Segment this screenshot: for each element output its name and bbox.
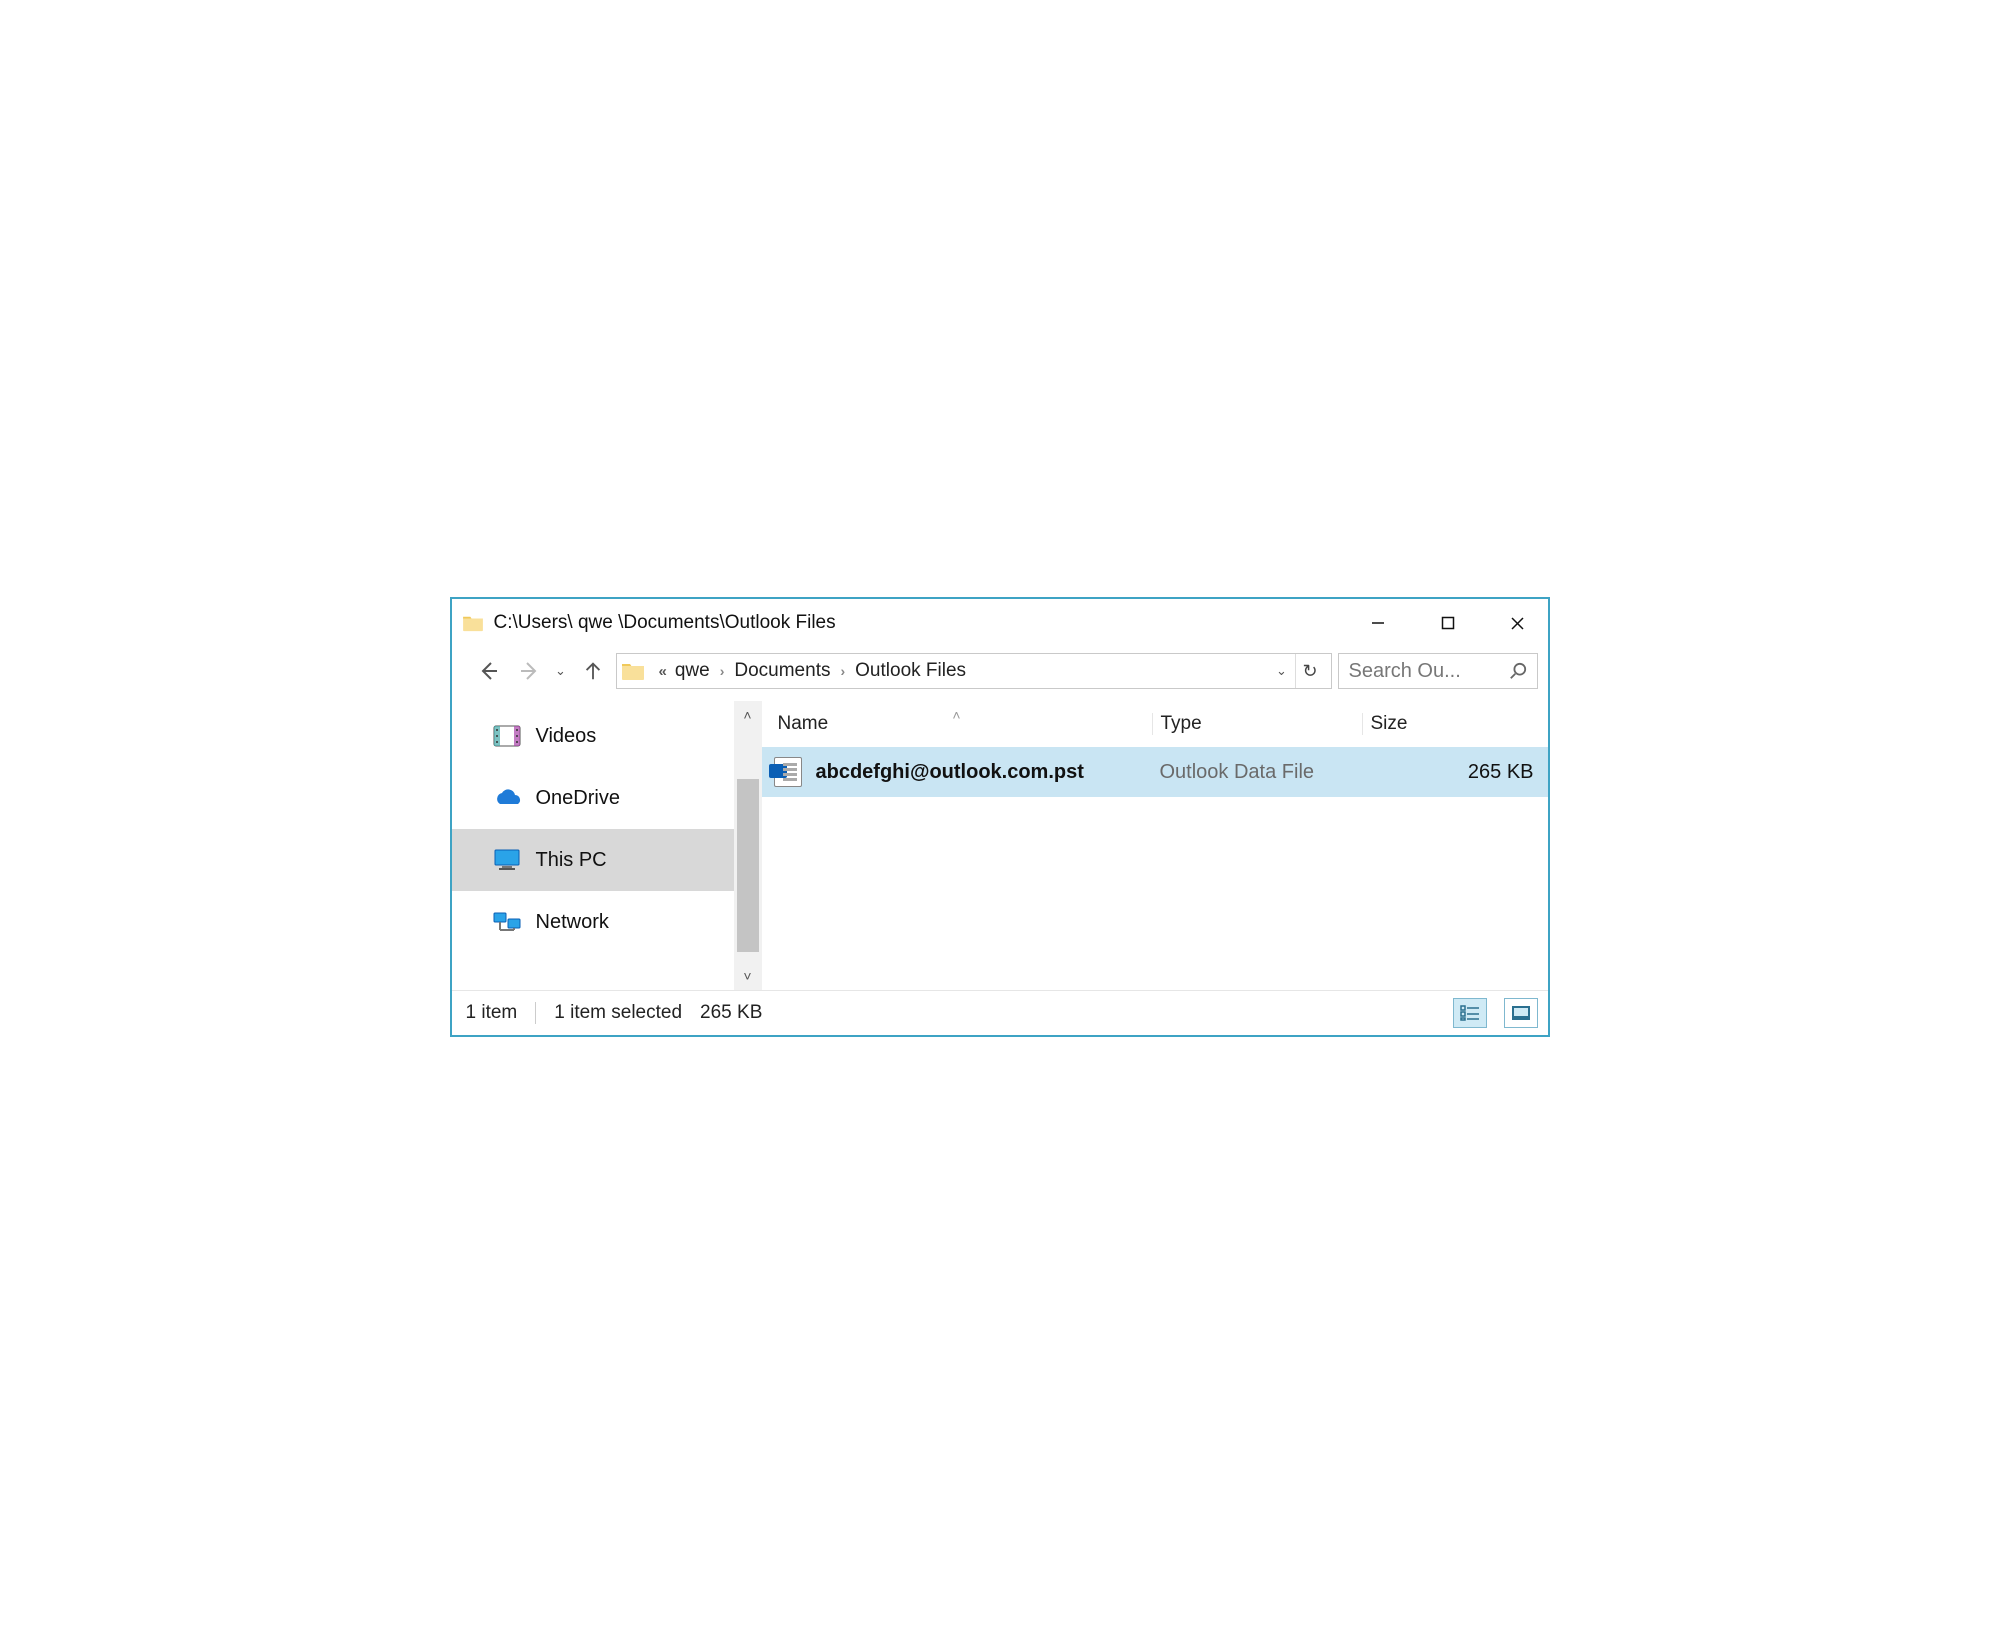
- breadcrumb-segment[interactable]: Documents: [734, 660, 830, 682]
- folder-icon: [621, 661, 645, 681]
- sidebar-item-onedrive[interactable]: OneDrive: [452, 767, 734, 829]
- sidebar-item-label: OneDrive: [536, 787, 620, 810]
- sidebar-scrollbar[interactable]: ˄ ˅: [734, 701, 762, 990]
- folder-icon: [462, 614, 484, 632]
- file-name: abcdefghi@outlook.com.pst: [816, 761, 1084, 784]
- status-selection: 1 item selected: [554, 1002, 682, 1024]
- status-separator: [535, 1002, 536, 1024]
- body: Videos OneDrive This PC: [452, 701, 1548, 991]
- network-icon: [492, 909, 522, 935]
- minimize-button[interactable]: [1348, 599, 1408, 647]
- breadcrumb-overflow[interactable]: «: [653, 663, 667, 680]
- breadcrumb-segment[interactable]: qwe: [675, 660, 710, 682]
- sidebar-item-thispc[interactable]: This PC: [452, 829, 734, 891]
- close-button[interactable]: [1488, 599, 1548, 647]
- explorer-window: C:\Users\ qwe \Documents\Outlook Files ⌄: [450, 597, 1550, 1037]
- sidebar-item-network[interactable]: Network: [452, 891, 734, 953]
- column-header-name[interactable]: Name ˄: [762, 713, 1152, 735]
- chevron-right-icon: ›: [718, 663, 727, 679]
- sort-indicator-icon: ˄: [952, 707, 960, 723]
- sidebar-item-label: This PC: [536, 849, 607, 872]
- search-placeholder: Search Ou...: [1349, 660, 1503, 683]
- file-size: 265 KB: [1362, 761, 1548, 784]
- column-header-type[interactable]: Type: [1152, 713, 1362, 735]
- view-thumbnails-button[interactable]: [1504, 998, 1538, 1028]
- refresh-button[interactable]: ↻: [1295, 654, 1325, 688]
- window-title: C:\Users\ qwe \Documents\Outlook Files: [494, 612, 1338, 634]
- titlebar[interactable]: C:\Users\ qwe \Documents\Outlook Files: [452, 599, 1548, 647]
- status-count: 1 item: [466, 1002, 518, 1024]
- toolbar: ⌄ « qwe › Documents › Outlook Files ⌄ ↻ …: [452, 647, 1548, 701]
- status-bar: 1 item 1 item selected 265 KB: [452, 991, 1548, 1035]
- videos-icon: [492, 723, 522, 749]
- scroll-up-icon[interactable]: ˄: [734, 701, 762, 729]
- view-details-button[interactable]: [1453, 998, 1487, 1028]
- breadcrumb-segment[interactable]: Outlook Files: [855, 660, 966, 682]
- outlook-data-file-icon: [774, 757, 802, 787]
- sidebar-item-label: Network: [536, 911, 609, 934]
- onedrive-icon: [492, 785, 522, 811]
- scroll-track[interactable]: [734, 729, 762, 962]
- address-dropdown[interactable]: ⌄: [1269, 654, 1295, 688]
- search-icon: [1509, 662, 1527, 680]
- sidebar-item-label: Videos: [536, 725, 597, 748]
- file-list[interactable]: Name ˄ Type Size abcdefghi@outlook.com.p…: [762, 701, 1548, 990]
- address-bar[interactable]: « qwe › Documents › Outlook Files ⌄ ↻: [616, 653, 1332, 689]
- history-dropdown[interactable]: ⌄: [552, 663, 570, 679]
- up-button[interactable]: [576, 654, 610, 688]
- back-button[interactable]: [472, 654, 506, 688]
- sidebar: Videos OneDrive This PC: [452, 701, 762, 990]
- search-input[interactable]: Search Ou...: [1338, 653, 1538, 689]
- thispc-icon: [492, 847, 522, 873]
- file-type: Outlook Data File: [1152, 761, 1362, 784]
- maximize-button[interactable]: [1418, 599, 1478, 647]
- column-header-size[interactable]: Size: [1362, 713, 1548, 735]
- scroll-thumb[interactable]: [737, 779, 759, 952]
- column-headers: Name ˄ Type Size: [762, 701, 1548, 747]
- chevron-right-icon: ›: [838, 663, 847, 679]
- sidebar-item-videos[interactable]: Videos: [452, 705, 734, 767]
- file-row[interactable]: abcdefghi@outlook.com.pst Outlook Data F…: [762, 747, 1548, 797]
- scroll-down-icon[interactable]: ˅: [734, 962, 762, 990]
- forward-button[interactable]: [512, 654, 546, 688]
- status-size: 265 KB: [700, 1002, 762, 1024]
